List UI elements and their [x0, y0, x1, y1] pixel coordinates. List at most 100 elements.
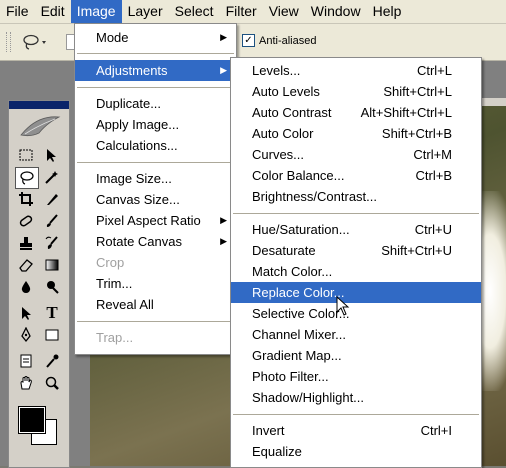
menu-item-label: Trap...: [96, 330, 134, 345]
menu-item-label: Apply Image...: [96, 117, 180, 132]
adj-item-invert[interactable]: Invert Ctrl+I: [231, 420, 481, 441]
rectangle-icon: [45, 329, 59, 341]
foreground-color-swatch[interactable]: [18, 406, 46, 434]
anti-aliased-checkbox[interactable]: ✓: [242, 34, 255, 47]
menu-filter[interactable]: Filter: [220, 0, 263, 23]
image-menu-item-reveal-all[interactable]: Reveal All: [75, 294, 236, 315]
dodge-tool[interactable]: [41, 277, 63, 297]
menu-item-label: Color Balance...: [252, 168, 345, 183]
menu-edit[interactable]: Edit: [35, 0, 71, 23]
adj-item-gradient-map[interactable]: Gradient Map...: [231, 345, 481, 366]
adj-item-desaturate[interactable]: Desaturate Shift+Ctrl+U: [231, 240, 481, 261]
menu-item-label: Mode: [96, 30, 129, 45]
adj-item-channel-mixer[interactable]: Channel Mixer...: [231, 324, 481, 345]
tools-palette-titlebar[interactable]: [9, 101, 69, 109]
image-menu-item-image-size[interactable]: Image Size...: [75, 168, 236, 189]
menu-window[interactable]: Window: [305, 0, 367, 23]
menu-separator: [233, 213, 479, 214]
crop-icon: [19, 192, 33, 206]
menu-item-label: Calculations...: [96, 138, 178, 153]
menu-item-label: Curves...: [252, 147, 305, 162]
image-menu-item-trap: Trap...: [75, 327, 236, 348]
menu-help[interactable]: Help: [367, 0, 408, 23]
brush-tool[interactable]: [41, 211, 63, 231]
menu-image[interactable]: Image: [70, 0, 122, 23]
menu-select[interactable]: Select: [169, 0, 220, 23]
adj-item-levels[interactable]: Levels... Ctrl+L: [231, 60, 481, 81]
lasso-icon: [23, 34, 46, 50]
adj-item-color-balance[interactable]: Color Balance... Ctrl+B: [231, 165, 481, 186]
slice-tool[interactable]: [41, 189, 63, 209]
lasso-tool[interactable]: [15, 167, 39, 189]
adjustments-submenu: Levels... Ctrl+L Auto Levels Shift+Ctrl+L …: [230, 57, 482, 468]
adj-item-curves[interactable]: Curves... Ctrl+M: [231, 144, 481, 165]
eyedropper-tool[interactable]: [41, 351, 63, 371]
menu-item-shortcut: Shift+Ctrl+L: [383, 84, 452, 99]
move-tool[interactable]: [41, 145, 63, 165]
image-menu-item-trim[interactable]: Trim...: [75, 273, 236, 294]
options-bar-grip[interactable]: [6, 32, 11, 52]
image-menu-item-canvas-size[interactable]: Canvas Size...: [75, 189, 236, 210]
image-menu-item-calculations[interactable]: Calculations...: [75, 135, 236, 156]
adj-item-auto-contrast[interactable]: Auto Contrast Alt+Shift+Ctrl+L: [231, 102, 481, 123]
adj-item-replace-color[interactable]: Replace Color...: [231, 282, 481, 303]
adj-item-shadow-highlight[interactable]: Shadow/Highlight...: [231, 387, 481, 408]
menu-view[interactable]: View: [263, 0, 305, 23]
menu-separator: [77, 87, 234, 88]
hand-tool[interactable]: [15, 373, 37, 393]
magic-wand-tool[interactable]: [41, 167, 63, 187]
image-menu-item-apply-image[interactable]: Apply Image...: [75, 114, 236, 135]
zoom-tool[interactable]: [41, 373, 63, 393]
menu-item-shortcut: Shift+Ctrl+U: [381, 243, 452, 258]
menu-item-label: Levels...: [252, 63, 301, 78]
feather-logo[interactable]: [9, 109, 69, 143]
menu-item-label: Equalize: [252, 444, 302, 459]
notes-tool[interactable]: [15, 351, 37, 371]
image-menu-item-pixel-aspect-ratio[interactable]: Pixel Aspect Ratio ▶: [75, 210, 236, 231]
image-menu-item-duplicate[interactable]: Duplicate...: [75, 93, 236, 114]
history-brush-tool[interactable]: [41, 233, 63, 253]
image-menu-item-mode[interactable]: Mode ▶: [75, 27, 236, 48]
menu-item-shortcut: Ctrl+L: [416, 63, 452, 78]
adj-item-photo-filter[interactable]: Photo Filter...: [231, 366, 481, 387]
adj-item-selective-color[interactable]: Selective Color...: [231, 303, 481, 324]
menu-file[interactable]: File: [0, 0, 35, 23]
clone-stamp-tool[interactable]: [15, 233, 37, 253]
menu-item-label: Desaturate: [252, 243, 316, 258]
healing-brush-tool[interactable]: [15, 211, 37, 231]
image-menu-item-rotate-canvas[interactable]: Rotate Canvas ▶: [75, 231, 236, 252]
anti-aliased-label: Anti-aliased: [259, 34, 317, 47]
menu-item-label: Trim...: [96, 276, 133, 291]
image-menu-item-adjustments[interactable]: Adjustments ▶: [75, 60, 236, 81]
menu-item-label: Auto Contrast: [252, 105, 332, 120]
submenu-arrow-icon: ▶: [220, 236, 227, 246]
crop-tool[interactable]: [15, 189, 37, 209]
menu-layer[interactable]: Layer: [122, 0, 169, 23]
eraser-tool[interactable]: [15, 255, 37, 275]
pen-tool[interactable]: [15, 325, 37, 345]
note-icon: [20, 354, 32, 368]
path-selection-tool[interactable]: [15, 303, 37, 323]
shape-tool[interactable]: [41, 325, 63, 345]
blur-tool[interactable]: [15, 277, 37, 297]
hand-icon: [20, 376, 32, 390]
flower-highlight: [478, 191, 506, 391]
adj-item-hue-saturation[interactable]: Hue/Saturation... Ctrl+U: [231, 219, 481, 240]
gradient-tool[interactable]: [41, 255, 63, 275]
adj-item-auto-levels[interactable]: Auto Levels Shift+Ctrl+L: [231, 81, 481, 102]
submenu-arrow-icon: ▶: [220, 215, 227, 225]
type-tool[interactable]: T: [41, 303, 63, 323]
menu-item-shortcut: Ctrl+M: [413, 147, 452, 162]
adj-item-auto-color[interactable]: Auto Color Shift+Ctrl+B: [231, 123, 481, 144]
marquee-tool[interactable]: [15, 145, 37, 165]
stamp-icon: [20, 237, 32, 250]
menu-item-label: Adjustments: [96, 63, 168, 78]
adj-item-brightness-contrast[interactable]: Brightness/Contrast...: [231, 186, 481, 207]
adj-item-match-color[interactable]: Match Color...: [231, 261, 481, 282]
lasso-tool-preset[interactable]: [20, 33, 50, 51]
adj-item-equalize[interactable]: Equalize: [231, 441, 481, 462]
menu-item-label: Image Size...: [96, 171, 172, 186]
move-icon: [47, 149, 56, 162]
anti-aliased-option[interactable]: ✓ Anti-aliased: [242, 34, 316, 47]
menu-item-label: Photo Filter...: [252, 369, 329, 384]
